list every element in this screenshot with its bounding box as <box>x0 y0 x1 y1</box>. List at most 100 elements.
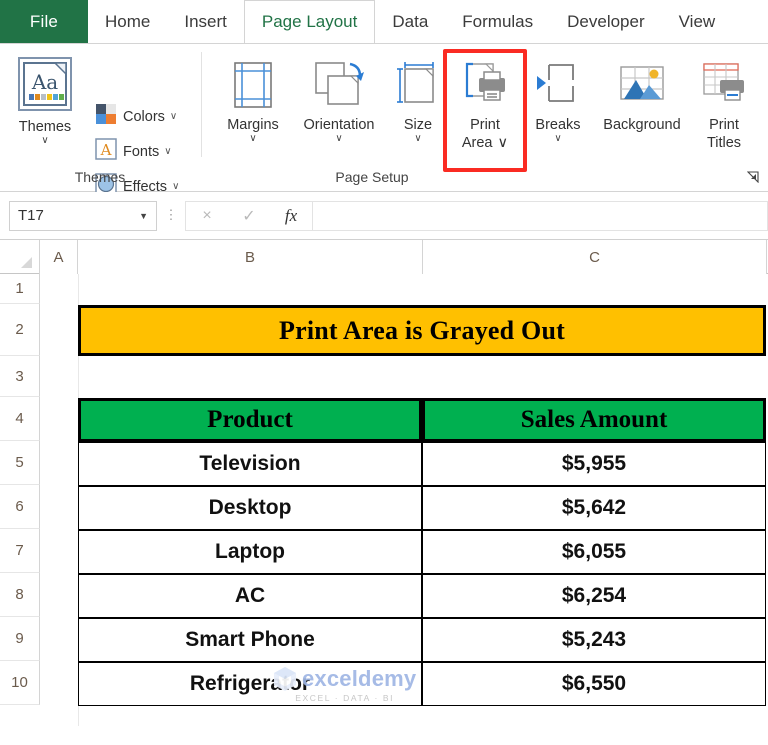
formula-bar-buttons: × ✓ fx <box>185 200 313 231</box>
ribbon-group-themes: Aa Themes ∨ Colors ∨ A Fonts ∨ Effects ∨… <box>0 44 200 195</box>
tab-file-label: File <box>29 11 59 31</box>
chevron-down-icon[interactable]: ∨ <box>335 134 342 144</box>
chevron-down-icon[interactable]: ∨ <box>170 111 177 122</box>
background-icon <box>616 60 668 115</box>
breaks-icon <box>533 60 583 115</box>
tab-insert-label: Insert <box>184 11 227 31</box>
row-header-7[interactable]: 7 <box>0 529 40 573</box>
print-titles-icon <box>698 60 750 115</box>
table-row[interactable]: $5,243 <box>422 618 766 662</box>
chevron-down-icon[interactable]: ∨ <box>164 146 171 157</box>
name-box[interactable]: T17 ▼ <box>9 200 157 231</box>
excel-window: File Home Insert Page Layout Data Formul… <box>0 0 768 745</box>
row-header-1[interactable]: 1 <box>0 274 40 304</box>
formula-bar-menu-dots[interactable]: ⋮ <box>157 208 185 222</box>
tab-view[interactable]: View <box>662 0 733 43</box>
table-row[interactable]: Desktop <box>78 486 422 530</box>
tab-page-layout[interactable]: Page Layout <box>243 0 376 43</box>
table-row[interactable]: $5,955 <box>422 442 766 486</box>
select-all-corner[interactable] <box>0 240 40 274</box>
row-header-4[interactable]: 4 <box>0 397 40 441</box>
table-header-product[interactable]: Product <box>78 398 422 442</box>
tab-data-label: Data <box>392 11 429 31</box>
fonts-icon: A <box>94 137 118 166</box>
row-header-2[interactable]: 2 <box>0 304 40 356</box>
table-row[interactable]: $6,055 <box>422 530 766 574</box>
ribbon-group-themes-label: Themes <box>74 169 126 185</box>
tab-home[interactable]: Home <box>88 0 167 43</box>
breaks-button-label: Breaks <box>535 117 581 133</box>
margins-button[interactable]: Margins ∨ <box>216 60 290 144</box>
print-area-button-label-line2: Area <box>461 135 493 152</box>
margins-button-label: Margins <box>227 117 279 133</box>
tab-developer-label: Developer <box>567 11 645 31</box>
column-header-c[interactable]: C <box>423 240 767 274</box>
page-setup-dialog-launcher[interactable] <box>746 171 759 185</box>
table-header-sales-amount[interactable]: Sales Amount <box>422 398 766 442</box>
tab-insert[interactable]: Insert <box>167 0 244 43</box>
spreadsheet-grid: A B C 1 2 3 4 5 6 7 8 9 10 Print Area is… <box>0 240 768 726</box>
print-area-button-label-line1: Print <box>470 117 500 133</box>
print-titles-button-label-line2: Titles <box>706 135 742 152</box>
tab-developer[interactable]: Developer <box>550 0 662 43</box>
row-header-5[interactable]: 5 <box>0 441 40 485</box>
table-row[interactable]: Television <box>78 442 422 486</box>
ribbon-group-page-setup-label: Page Setup <box>335 169 409 185</box>
svg-text:A: A <box>100 141 112 159</box>
colors-button-label: Colors <box>123 108 165 125</box>
table-row[interactable]: Smart Phone <box>78 618 422 662</box>
chevron-down-icon[interactable]: ∨ <box>414 134 421 144</box>
tab-file[interactable]: File <box>0 0 88 43</box>
table-row[interactable]: Refrigerator <box>78 662 422 706</box>
orientation-icon <box>310 60 368 115</box>
background-button[interactable]: Background <box>587 60 697 133</box>
fonts-button[interactable]: A Fonts ∨ <box>94 137 172 166</box>
chevron-down-icon[interactable]: ∨ <box>249 134 256 144</box>
table-row[interactable]: $6,254 <box>422 574 766 618</box>
chevron-down-icon[interactable]: ▼ <box>139 211 148 221</box>
breaks-button[interactable]: Breaks ∨ <box>527 60 589 144</box>
table-row[interactable]: $5,642 <box>422 486 766 530</box>
fonts-button-label: Fonts <box>123 143 160 160</box>
themes-button[interactable]: Aa Themes ∨ <box>14 56 76 146</box>
table-row[interactable]: Laptop <box>78 530 422 574</box>
print-area-button[interactable]: Print Area ∨ <box>447 60 523 152</box>
print-titles-button-label-line1: Print <box>709 117 739 133</box>
row-header-9[interactable]: 9 <box>0 617 40 661</box>
column-header-a[interactable]: A <box>40 240 78 274</box>
title-banner-cell[interactable]: Print Area is Grayed Out <box>78 305 766 356</box>
tab-data[interactable]: Data <box>375 0 445 43</box>
name-box-value: T17 <box>18 207 44 224</box>
orientation-button[interactable]: Orientation ∨ <box>289 60 389 144</box>
table-row[interactable]: $6,550 <box>422 662 766 706</box>
themes-button-label: Themes <box>18 119 72 135</box>
tab-formulas-label: Formulas <box>462 11 534 31</box>
chevron-down-icon[interactable]: ∨ <box>41 136 48 146</box>
cancel-icon[interactable]: × <box>186 207 228 225</box>
row-header-6[interactable]: 6 <box>0 485 40 529</box>
row-headers: 1 2 3 4 5 6 7 8 9 10 <box>0 274 40 705</box>
colors-button[interactable]: Colors ∨ <box>94 102 177 131</box>
size-button-label: Size <box>403 117 433 133</box>
ribbon-group-page-setup: Margins ∨ Orientation ∨ Size ∨ Print Are… <box>202 44 768 191</box>
size-icon <box>394 60 442 115</box>
tab-formulas[interactable]: Formulas <box>445 0 550 43</box>
chevron-down-icon[interactable]: ∨ <box>498 135 509 151</box>
table-row[interactable]: AC <box>78 574 422 618</box>
ribbon-body: Aa Themes ∨ Colors ∨ A Fonts ∨ Effects ∨… <box>0 44 768 195</box>
enter-icon[interactable]: ✓ <box>228 206 270 226</box>
margins-icon <box>230 60 276 115</box>
formula-input[interactable] <box>313 200 768 231</box>
chevron-down-icon[interactable]: ∨ <box>554 134 561 144</box>
column-header-b[interactable]: B <box>78 240 423 274</box>
print-titles-button[interactable]: Print Titles <box>691 60 757 152</box>
row-header-10[interactable]: 10 <box>0 661 40 705</box>
colors-icon <box>94 102 118 131</box>
tab-page-layout-label: Page Layout <box>261 12 358 31</box>
svg-text:Aa: Aa <box>31 70 58 94</box>
row-header-3[interactable]: 3 <box>0 356 40 397</box>
row-header-8[interactable]: 8 <box>0 573 40 617</box>
formula-bar: T17 ▼ ⋮ × ✓ fx <box>0 192 768 240</box>
size-button[interactable]: Size ∨ <box>393 60 443 144</box>
insert-function-icon[interactable]: fx <box>270 206 312 226</box>
